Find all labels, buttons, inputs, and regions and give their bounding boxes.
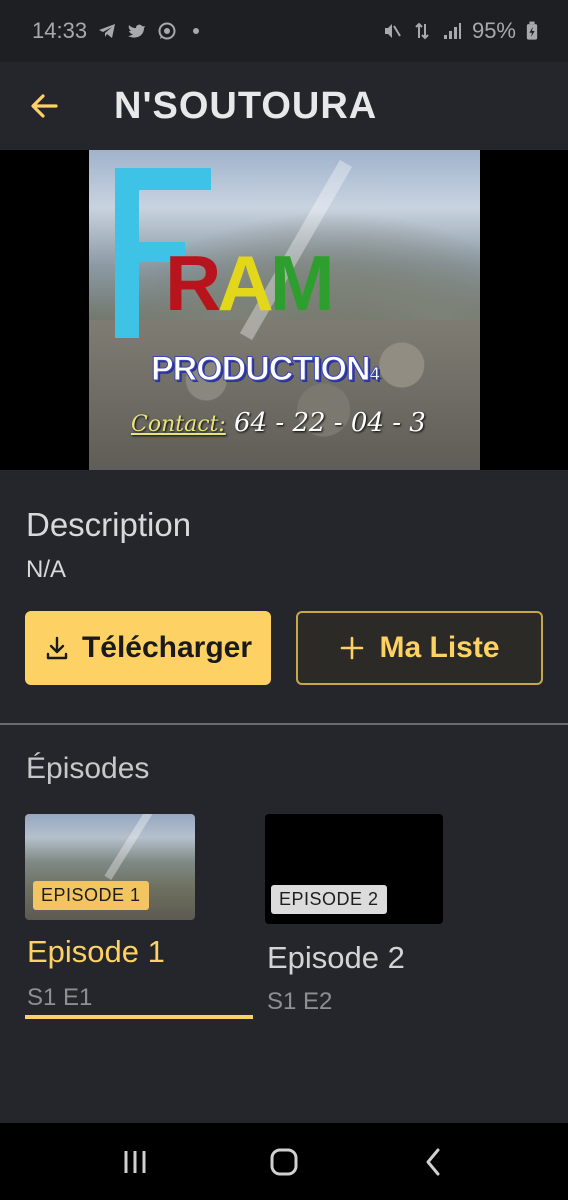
battery-charging-icon [526, 21, 538, 40]
divider [0, 723, 568, 725]
download-button[interactable]: Télécharger [25, 611, 271, 685]
production-suffix: 4 [369, 364, 380, 385]
telegram-icon [99, 24, 116, 38]
download-icon [46, 636, 68, 660]
poster-production-text: PRODUCTION4 [151, 350, 381, 389]
battery-percent: 95% [471, 18, 516, 43]
signal-icon [443, 23, 461, 39]
recents-button[interactable] [95, 1132, 175, 1192]
back-button[interactable] [14, 76, 74, 136]
logo-letter-m: M [269, 239, 335, 327]
notification-dot [193, 28, 200, 34]
add-to-list-button[interactable]: Ma Liste [296, 611, 543, 685]
data-icon [415, 22, 429, 40]
poster-rocks [89, 320, 480, 470]
home-icon [270, 1148, 298, 1175]
status-left: 14:33 [32, 18, 200, 44]
back-nav-button[interactable] [393, 1132, 473, 1192]
recents-icon [124, 1150, 146, 1173]
app-header: N'SOUTOURA [0, 62, 568, 150]
episode-card-2[interactable]: EPISODE 2 Episode 2 S1 E2 [265, 814, 445, 1020]
episode-subtitle: S1 E2 [267, 988, 333, 1015]
description-value: N/A [26, 556, 67, 583]
episode-thumbnail: EPISODE 1 [25, 814, 195, 920]
plus-icon [341, 636, 364, 660]
poster-image: RAM PRODUCTION4 Contact: 64 - 22 - 04 - … [89, 150, 480, 470]
logo-letter-a: A [217, 239, 273, 327]
episode-thumbnail: EPISODE 2 [265, 814, 443, 924]
selected-indicator [25, 1015, 253, 1019]
page-title: N'SOUTOURA [114, 84, 378, 127]
episodes-heading: Épisodes [26, 752, 150, 785]
episode-title: Episode 2 [267, 940, 405, 975]
episode-card-1[interactable]: EPISODE 1 Episode 1 S1 E1 [25, 814, 253, 1020]
home-button[interactable] [244, 1132, 324, 1192]
whatsapp-icon [158, 22, 176, 40]
contact-label: Contact: [131, 412, 226, 437]
episode-badge: EPISODE 2 [271, 885, 387, 914]
contact-number: 64 - 22 - 04 - 3 [234, 408, 426, 438]
status-bar: 14:33 95% [0, 0, 568, 62]
status-right: 95% [382, 18, 538, 44]
back-icon [426, 1148, 440, 1175]
twitter-icon [128, 24, 146, 38]
description-label: Description [26, 506, 192, 543]
mute-icon [384, 24, 401, 38]
status-time: 14:33 [32, 18, 88, 43]
episode-subtitle: S1 E1 [27, 984, 93, 1011]
poster-contact: Contact: 64 - 22 - 04 - 3 [131, 408, 426, 438]
add-to-list-label: Ma Liste [379, 631, 500, 664]
logo-ram: RAM [165, 244, 335, 322]
logo-letter-r: R [165, 239, 221, 327]
episode-title: Episode 1 [27, 934, 165, 969]
download-label: Télécharger [81, 631, 253, 664]
episode-badge: EPISODE 1 [33, 881, 149, 910]
hero-banner: RAM PRODUCTION4 Contact: 64 - 22 - 04 - … [0, 150, 568, 470]
system-nav-bar [0, 1123, 568, 1200]
production-label: PRODUCTION [151, 350, 372, 389]
arrow-left-icon [31, 94, 58, 118]
